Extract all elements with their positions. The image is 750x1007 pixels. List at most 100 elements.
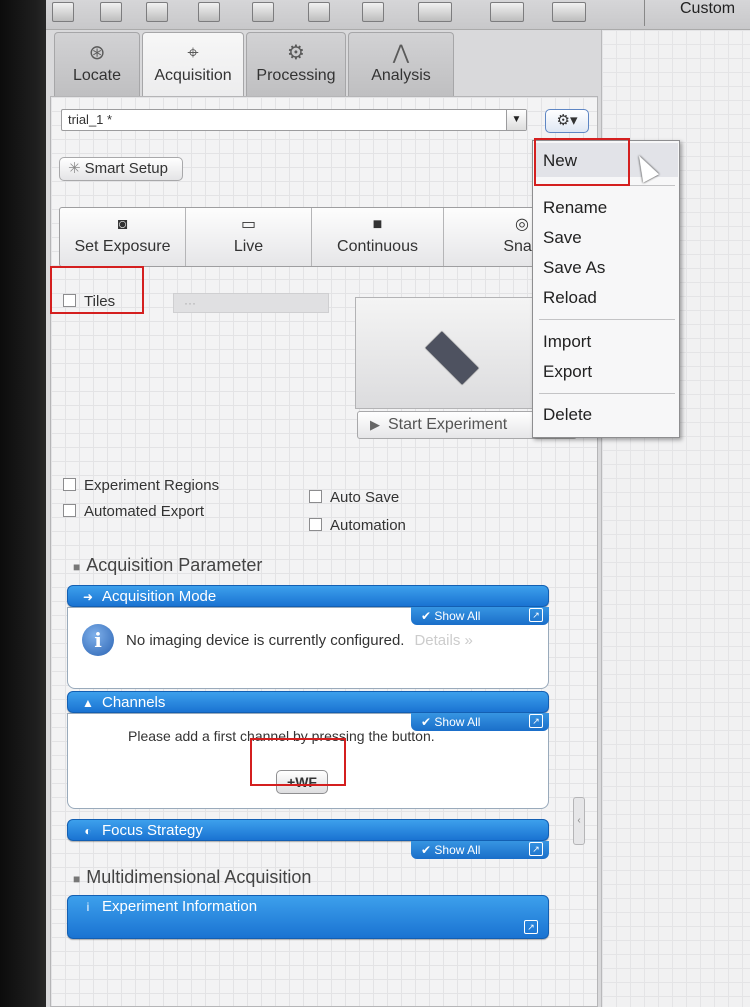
auto-save-option[interactable]: Auto Save — [309, 489, 399, 506]
tiles-summary-field: ··· — [173, 293, 329, 313]
menu-item-import[interactable]: Import — [543, 332, 591, 352]
channels-title: Channels — [102, 694, 166, 711]
multidimensional-header[interactable]: ■ Multidimensional Acquisition — [73, 867, 311, 888]
live-button[interactable]: ▭ Live — [186, 208, 312, 266]
automated-export-label: Automated Export — [84, 503, 205, 520]
no-device-text: No imaging device is currently configure… — [126, 632, 405, 649]
smart-setup-label: Smart Setup — [84, 160, 168, 177]
locate-icon: ⊛ — [88, 42, 106, 64]
screen-icon[interactable] — [490, 2, 524, 22]
edit-icon[interactable] — [100, 2, 122, 22]
app-window: Custom ⊛ Locate ⌖ Acquisition ⚙ Processi… — [46, 0, 750, 1007]
external-window-icon[interactable]: ↗ — [529, 714, 543, 728]
automation-option[interactable]: Automation — [309, 517, 406, 534]
tab-label: Locate — [72, 67, 122, 84]
tab-locate[interactable]: ⊛ Locate — [54, 32, 140, 96]
acquisition-parameter-label: Acquisition Parameter — [86, 555, 263, 575]
automated-export-checkbox[interactable] — [63, 504, 76, 517]
external-window-icon[interactable]: ↗ — [529, 608, 543, 622]
section-marker-icon: ■ — [73, 872, 81, 886]
channels-show-all[interactable]: ✔ Show All ↗ — [411, 713, 549, 731]
experiment-select[interactable]: trial_1 * ▼ — [61, 109, 527, 131]
continuous-icon: ■ — [372, 216, 383, 233]
search-icon[interactable] — [198, 2, 220, 22]
acquisition-content: trial_1 * ▼ ⚙▾ ✳ Smart Setup ◙ Set Exposu… — [50, 96, 599, 1007]
tab-analysis[interactable]: ⋀ Analysis — [348, 32, 454, 96]
menu-item-rename[interactable]: Rename — [543, 198, 607, 218]
auto-save-checkbox[interactable] — [309, 490, 322, 503]
layout-icon[interactable] — [418, 2, 452, 22]
smart-setup-button[interactable]: ✳ Smart Setup — [59, 157, 183, 181]
tools-icon[interactable] — [252, 2, 274, 22]
menu-item-reload[interactable]: Reload — [543, 288, 597, 308]
left-panel: ⊛ Locate ⌖ Acquisition ⚙ Processing ⋀ An… — [46, 30, 602, 1007]
tab-acquisition[interactable]: ⌖ Acquisition — [142, 32, 244, 98]
focus-strategy-header[interactable]: ◐ Focus Strategy — [67, 819, 549, 841]
focus-strategy-title: Focus Strategy — [102, 822, 203, 839]
panel-collapse-handle[interactable]: ‹ — [573, 797, 585, 845]
annotation-new-highlight — [534, 138, 630, 186]
automated-export-option[interactable]: Automated Export — [63, 503, 204, 520]
chevron-down-icon[interactable]: ▼ — [506, 110, 526, 130]
tab-label: Acquisition — [154, 67, 232, 84]
tab-processing[interactable]: ⚙ Processing — [246, 32, 346, 96]
smart-setup-icon: ✳ — [68, 160, 81, 177]
show-all-label: ✔ Show All — [421, 609, 481, 623]
auto-save-label: Auto Save — [330, 489, 400, 506]
camera-icon: ◙ — [117, 216, 128, 233]
experiment-information-header[interactable]: i Experiment Information ↗ — [67, 895, 549, 939]
external-window-icon[interactable]: ↗ — [529, 842, 543, 856]
menu-item-delete[interactable]: Delete — [543, 405, 592, 425]
collapse-arrow-icon: ➜ — [82, 590, 94, 604]
start-experiment-label: Start Experiment — [388, 416, 508, 433]
experiment-regions-option[interactable]: Experiment Regions — [63, 477, 219, 494]
acquisition-icon: ⌖ — [187, 42, 199, 64]
monitor-bezel — [0, 0, 50, 1007]
experiment-options-button[interactable]: ⚙▾ — [545, 109, 589, 133]
show-all-label: ✔ Show All — [421, 715, 481, 729]
print-icon[interactable] — [552, 2, 586, 22]
save-icon[interactable] — [146, 2, 168, 22]
focus-strategy-show-all[interactable]: ✔ Show All ↗ — [411, 841, 549, 859]
processing-icon: ⚙ — [287, 42, 305, 64]
external-window-icon[interactable]: ↗ — [524, 920, 538, 934]
custom-label[interactable]: Custom — [680, 0, 735, 18]
open-icon[interactable] — [52, 2, 74, 22]
tab-label: Analysis — [371, 67, 431, 84]
tab-label: Processing — [256, 67, 336, 84]
live-icon: ▭ — [240, 216, 257, 233]
focus-icon: ◐ — [84, 824, 92, 838]
set-exposure-button[interactable]: ◙ Set Exposure — [60, 208, 186, 266]
menu-item-export[interactable]: Export — [543, 362, 592, 382]
menu-item-save[interactable]: Save — [543, 228, 582, 248]
automation-checkbox[interactable] — [309, 518, 322, 531]
details-link[interactable]: Details » — [414, 632, 472, 649]
analysis-icon: ⋀ — [392, 42, 410, 64]
acquisition-mode-title: Acquisition Mode — [102, 588, 217, 605]
multidimensional-label: Multidimensional Acquisition — [86, 867, 312, 887]
menu-divider — [539, 319, 675, 320]
continuous-label: Continuous — [337, 238, 418, 255]
acquisition-mode-header[interactable]: ➜ Acquisition Mode — [67, 585, 549, 607]
play-icon: ▶ — [370, 417, 380, 432]
sample-plate-graphic — [425, 331, 479, 385]
experiment-select-value: trial_1 * — [68, 112, 113, 127]
continuous-button[interactable]: ■ Continuous — [312, 208, 444, 266]
experiment-regions-label: Experiment Regions — [84, 477, 220, 494]
no-device-message: No imaging device is currently configure… — [126, 632, 473, 649]
info-icon: i — [82, 624, 114, 656]
experiment-regions-checkbox[interactable] — [63, 478, 76, 491]
menu-divider — [539, 393, 675, 394]
main-toolbar: Custom — [46, 0, 750, 30]
live-label: Live — [233, 238, 264, 255]
expand-arrow-icon: ▲ — [82, 696, 94, 710]
annotation-tiles-highlight — [50, 266, 144, 314]
import-icon[interactable] — [362, 2, 384, 22]
automation-label: Automation — [330, 517, 406, 534]
menu-item-save-as[interactable]: Save As — [543, 258, 605, 278]
acquisition-mode-show-all[interactable]: ✔ Show All ↗ — [411, 607, 549, 625]
annotation-wf-highlight — [250, 738, 346, 786]
channels-header[interactable]: ▲ Channels — [67, 691, 549, 713]
export-icon[interactable] — [308, 2, 330, 22]
acquisition-parameter-header[interactable]: ■ Acquisition Parameter — [73, 555, 262, 576]
